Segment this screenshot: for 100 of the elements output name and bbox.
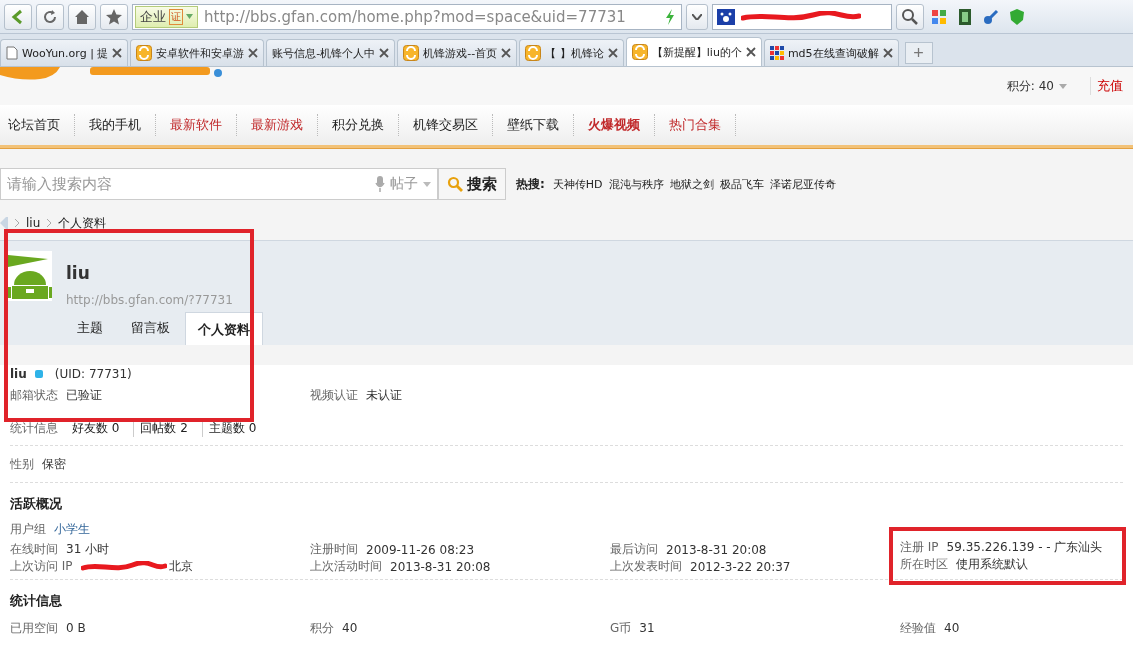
- search-icon: [901, 7, 919, 26]
- field-label: 注册时间: [310, 541, 358, 558]
- stat-item: 主题数 0: [201, 419, 263, 437]
- browser-tab[interactable]: 账号信息-机锋个人中: [266, 39, 396, 66]
- browser-tab[interactable]: 机锋游戏--首页: [397, 39, 518, 66]
- field-label: 邮箱状态: [10, 386, 58, 404]
- nav-link[interactable]: 热门合集: [661, 114, 736, 136]
- field-value: 2012-3-22 20:37: [690, 559, 791, 574]
- nav-link[interactable]: 论坛首页: [0, 114, 75, 136]
- user-name: liu: [66, 263, 91, 283]
- apps-icon: [931, 8, 947, 25]
- close-icon: [248, 48, 259, 58]
- section-title: 活跃概况: [10, 495, 63, 513]
- reload-button[interactable]: [36, 3, 64, 30]
- field-label: 在线时间: [10, 541, 58, 558]
- field-label: 视频认证: [310, 386, 358, 404]
- user-group-link[interactable]: 小学生: [54, 520, 90, 538]
- field-value: 2013-8-31 20:08: [666, 542, 767, 557]
- nav-link[interactable]: 积分兑换: [324, 114, 399, 136]
- nav-link[interactable]: 最新游戏: [243, 114, 318, 136]
- field-value: 31 小时: [66, 541, 110, 558]
- breadcrumb-link[interactable]: 个人资料: [58, 214, 107, 232]
- page-icon: [6, 46, 18, 60]
- nav-link[interactable]: 壁纸下载: [499, 114, 574, 136]
- points-link[interactable]: 积分: 40: [1006, 77, 1054, 95]
- field-label: 积分: [310, 619, 334, 637]
- site-badge: 企业 证: [135, 5, 198, 28]
- close-icon: [607, 48, 618, 58]
- close-icon: [379, 48, 390, 58]
- new-tab-button[interactable]: +: [904, 42, 933, 64]
- url-text: http://bbs.gfan.com/home.php?mod=space&uid=77731: [204, 7, 627, 26]
- home-button[interactable]: [68, 3, 96, 30]
- browser-tab[interactable]: 【 】机锋论: [519, 39, 624, 66]
- key-icon: [983, 8, 999, 25]
- stat-item: 回帖数 2: [133, 419, 194, 437]
- field-value: 北京: [168, 558, 193, 575]
- online-badge-icon: [34, 370, 43, 378]
- hot-search-link[interactable]: 天神传HD: [552, 176, 603, 192]
- chevron-icon: [46, 218, 53, 228]
- nav-link[interactable]: 最新软件: [162, 114, 237, 136]
- browser-tab[interactable]: 【新提醒】liu的个: [625, 37, 762, 66]
- field-label: 已用空间: [10, 619, 58, 637]
- nav-link[interactable]: 我的手机: [81, 114, 156, 136]
- browser-search-field[interactable]: [712, 3, 892, 30]
- hot-search-link[interactable]: 泽诺尼亚传奇: [769, 176, 836, 192]
- film-icon: [957, 8, 973, 25]
- profile-tab[interactable]: 主题: [64, 312, 116, 343]
- field-value: 40: [342, 621, 358, 635]
- search-icon: [447, 176, 463, 192]
- field-value: 使用系统默认: [956, 556, 1028, 573]
- field-label: 用户组: [10, 520, 46, 538]
- field-label: 上次发表时间: [610, 558, 682, 575]
- browser-tab[interactable]: 安卓软件和安卓游: [130, 39, 265, 66]
- field-label: G币: [610, 619, 632, 637]
- nav-link[interactable]: 火爆视频: [580, 114, 655, 136]
- field-label: 统计信息: [10, 419, 58, 437]
- back-button[interactable]: [4, 3, 32, 30]
- profile-tab[interactable]: 留言板: [118, 312, 183, 343]
- site-icon: [136, 45, 153, 61]
- field-value: 未认证: [366, 386, 402, 404]
- stat-item: 好友数 0: [71, 419, 121, 437]
- close-icon: [112, 48, 123, 58]
- field-value: 31: [639, 621, 655, 635]
- field-value: 2009-11-26 08:23: [366, 542, 475, 557]
- dropdown-button[interactable]: [686, 3, 708, 30]
- caret-icon: [692, 13, 702, 20]
- breadcrumb-link[interactable]: liu: [26, 216, 41, 230]
- caret-icon: [186, 14, 193, 19]
- site-icon: [631, 44, 648, 60]
- home-icon: [0, 217, 8, 229]
- field-label: 所在时区: [900, 556, 948, 573]
- field-value: 40: [944, 621, 960, 635]
- chevron-icon: [14, 218, 20, 228]
- recharge-link[interactable]: 充值: [1090, 77, 1123, 95]
- section-title: 统计信息: [10, 592, 63, 610]
- browser-tab[interactable]: md5在线查询破解: [763, 39, 899, 66]
- hot-search-link[interactable]: 混沌与秩序: [608, 176, 664, 192]
- hot-search-link[interactable]: 极品飞车: [719, 176, 764, 192]
- field-value: 保密: [42, 455, 66, 473]
- address-bar[interactable]: 企业 证 http://bbs.gfan.com/home.php?mod=space&uid=77731: [132, 3, 682, 30]
- microphone-icon: [375, 176, 385, 192]
- field-label: 上次访问 IP: [10, 558, 73, 575]
- field-value: 已验证: [66, 386, 102, 404]
- browser-tab[interactable]: WooYun.org | 提: [0, 39, 129, 66]
- lightning-icon: [665, 8, 675, 25]
- grid-icon: [769, 46, 784, 60]
- hot-search-link[interactable]: 地狱之剑: [669, 176, 714, 192]
- nav-link[interactable]: 机锋交易区: [405, 114, 493, 136]
- site-icon: [403, 45, 420, 61]
- profile-tab[interactable]: 个人资料: [185, 312, 263, 345]
- caret-icon: [423, 181, 431, 187]
- search-button[interactable]: 搜索: [438, 168, 506, 200]
- star-button[interactable]: [100, 3, 128, 30]
- shield-icon: [1009, 8, 1025, 25]
- field-label: 上次活动时间: [310, 558, 382, 575]
- search-button[interactable]: [896, 3, 924, 30]
- close-icon: [882, 48, 893, 58]
- caret-icon: [1059, 83, 1067, 89]
- field-label: 性别: [10, 455, 34, 473]
- close-icon: [745, 47, 756, 57]
